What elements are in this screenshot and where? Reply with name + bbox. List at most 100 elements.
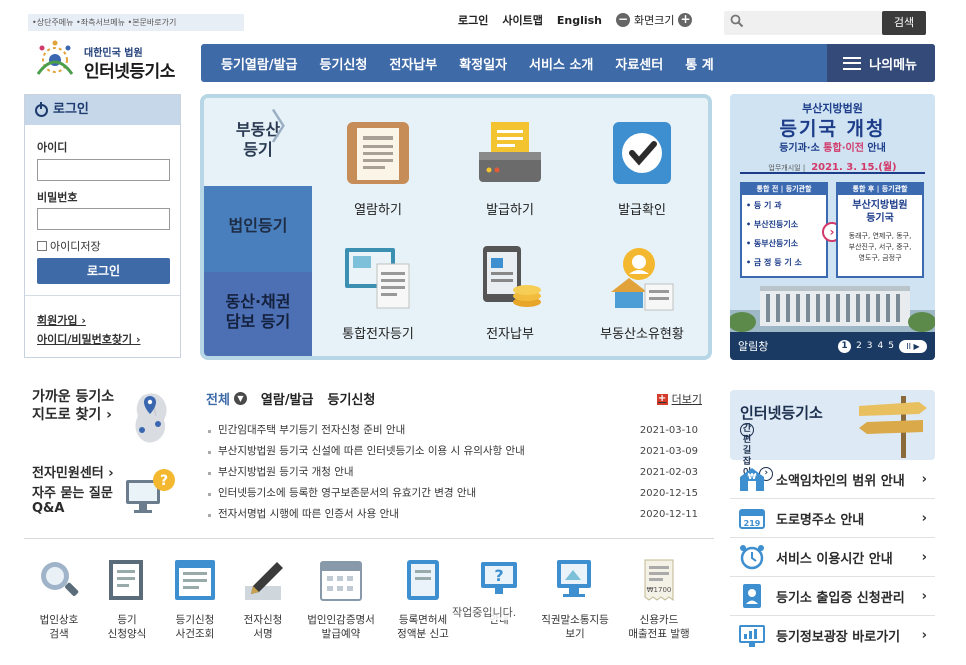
svg-text:?: ? [494, 566, 503, 585]
login-panel: 로그인 아이디 비밀번호 아이디저장 로그인 회원가입 › 아이디/비밀번호찾기… [24, 94, 181, 358]
road-sign-icon: 219 [739, 509, 765, 529]
notice-item[interactable]: 전자서명법 시행에 따른 인증서 사용 안내 2020-12-11 [206, 504, 704, 525]
bottom-card-receipt[interactable]: ₩1700 신용카드 매출전표 발행 [622, 556, 696, 641]
alarm-clock-icon [740, 545, 764, 570]
zoom-label: 화면크기 [634, 14, 675, 27]
notice-item[interactable]: 인터넷등기소에 등록한 영구보존문서의 유효기간 변경 안내 2020-12-15 [206, 483, 704, 504]
tab-real-estate[interactable]: 부동산 등기 〉 [204, 98, 312, 186]
service-e-payment-label: 전자납부 [486, 327, 534, 342]
quick-link-data-plaza[interactable]: 등기정보광장 바로가기 › [730, 616, 935, 655]
zoom-out-button[interactable]: − [616, 13, 630, 27]
find-account-link[interactable]: 아이디/비밀번호찾기 › [37, 330, 140, 349]
banner-date: 업무개시일 | 2021. 3. 15.(월) [740, 158, 925, 174]
banner-page-1[interactable]: 1 [838, 339, 852, 353]
nav-statistics[interactable]: 통 계 [674, 54, 724, 73]
my-menu-label: 나의메뉴 [869, 57, 917, 73]
tab-movable-property[interactable]: 동산·채권 담보 등기 [204, 272, 312, 356]
banner-page-5[interactable]: 5 [888, 341, 894, 351]
banner-play-pause-button[interactable]: II ▶ [899, 339, 927, 353]
search-box: 검색 [724, 11, 926, 35]
sitemap-link[interactable]: 사이트맵 [502, 12, 542, 28]
id-label: 아이디 [37, 141, 68, 154]
tablet-coins-icon [483, 246, 541, 307]
service-view[interactable]: 열람하기 [312, 118, 444, 218]
banner-page-4[interactable]: 4 [878, 341, 884, 351]
nav-service-intro[interactable]: 서비스 소개 [518, 54, 604, 73]
form-document-icon [109, 560, 143, 600]
notice-item[interactable]: 부산지방법원 등기국 개청 안내 2021-02-03 [206, 462, 704, 483]
service-property-ownership[interactable]: 부동산소유현황 [576, 242, 708, 342]
tab-corporate[interactable]: 법인등기 [204, 186, 312, 272]
notice-tab-view-issue[interactable]: 열람/발급 [261, 389, 314, 408]
search-icon [730, 14, 744, 32]
search-input[interactable] [748, 14, 876, 32]
quick-link-service-hours[interactable]: 서비스 이용시간 안내 › [730, 538, 935, 577]
skip-navigation[interactable]: •상단주메뉴 •좌측서브메뉴 •본문바로가기 [28, 14, 244, 31]
nearby-registry-map-link[interactable]: 가까운 등기소 지도로 찾기 › [32, 388, 114, 424]
site-logo[interactable]: 대한민국 법원 인터넷등기소 [28, 40, 198, 82]
service-e-payment[interactable]: 전자납부 [444, 242, 576, 342]
nav-fixed-date[interactable]: 확정일자 [448, 54, 518, 73]
calendar-icon [320, 561, 362, 601]
service-issue-label: 발급하기 [486, 203, 534, 218]
notebook-icon [407, 560, 439, 600]
my-menu-button[interactable]: 나의메뉴 [827, 44, 935, 82]
utility-menu: 로그인 사이트맵 English − 화면크기 + [458, 12, 693, 28]
banner-footer: 알림창 1 2 3 4 5 II ▶ [730, 332, 935, 360]
svg-text:?: ? [160, 473, 168, 489]
nav-resource-center[interactable]: 자료센터 [604, 54, 674, 73]
nav-view-issue[interactable]: 등기열람/발급 [201, 54, 309, 73]
bottom-seal-certificate-reservation[interactable]: 법인인감증명서 발급예약 [304, 556, 378, 641]
save-id-checkbox[interactable] [37, 241, 47, 251]
service-verify[interactable]: 발급확인 [576, 118, 708, 218]
nav-registration[interactable]: 등기신청 [309, 54, 379, 73]
window-list-icon [175, 560, 215, 600]
faq-link[interactable]: 자주 묻는 질문 Q&A [32, 486, 113, 516]
bottom-case-lookup[interactable]: 등기신청 사건조회 [158, 556, 232, 641]
quick-link-road-address[interactable]: 219 도로명주소 안내 › [730, 499, 935, 538]
id-input[interactable] [37, 159, 170, 181]
join-link[interactable]: 회원가입 › [37, 311, 140, 330]
loading-indicator: 작업중입니다. [452, 604, 517, 620]
notice-item[interactable]: 부산지방법원 등기국 신설에 따른 인터넷등기소 이용 시 유의사항 안내 202… [206, 441, 704, 462]
notice-list: 민간임대주택 부기등기 전자신청 준비 안내 2021-03-10 부산지방법원 … [206, 420, 704, 525]
notice-tab-registration[interactable]: 등기신청 [328, 389, 376, 408]
service-tabs: 부동산 등기 〉 법인등기 동산·채권 담보 등기 [204, 98, 312, 356]
svg-text:219: 219 [744, 519, 761, 528]
service-issue[interactable]: 발급하기 [444, 118, 576, 218]
notice-monitor-icon [557, 560, 591, 597]
save-id-option[interactable]: 아이디저장 [37, 238, 101, 254]
zoom-in-button[interactable]: + [678, 13, 693, 27]
notice-banner[interactable]: 부산지방법원 등기국 개청 등기과·소 통합·이전 안내 업무개시일 | 2021… [730, 94, 935, 360]
notice-tab-all[interactable]: 전체 ▼ [206, 389, 247, 408]
login-header: 로그인 [25, 95, 180, 125]
english-link[interactable]: English [557, 14, 602, 27]
quick-link-access-pass[interactable]: 등기소 출입증 신청관리 › [730, 577, 935, 616]
easy-guide-banner[interactable]: 인터넷등기소 간편길잡이 › [730, 390, 935, 481]
banner-footer-title: 알림창 [738, 340, 769, 353]
banner-page-2[interactable]: 2 [856, 341, 862, 351]
service-integrated-e-registration[interactable]: 통합전자등기 [312, 242, 444, 342]
bottom-cancellation-notice[interactable]: 직권말소통지등 보기 [538, 556, 612, 641]
banner-page-3[interactable]: 3 [867, 341, 873, 351]
logo-title: 인터넷등기소 [84, 62, 175, 82]
bottom-registration-tax[interactable]: 등록면허세 정액분 신고 [386, 556, 460, 641]
account-links: 회원가입 › 아이디/비밀번호찾기 › [37, 311, 140, 349]
password-input[interactable] [37, 208, 170, 230]
e-civil-center-link[interactable]: 전자민원센터 › [32, 462, 114, 481]
notice-item[interactable]: 민간임대주택 부기등기 전자신청 준비 안내 2021-03-10 [206, 420, 704, 441]
service-ownership-label: 부동산소유현황 [600, 327, 684, 342]
printer-icon [479, 122, 541, 182]
more-link[interactable]: + 더보기 [656, 391, 702, 407]
bottom-e-signature[interactable]: 전자신청 서명 [226, 556, 300, 641]
bottom-registration-forms[interactable]: 등기 신청양식 [90, 556, 164, 641]
search-button[interactable]: 검색 [882, 11, 926, 35]
login-link[interactable]: 로그인 [458, 12, 488, 28]
login-button[interactable]: 로그인 [37, 258, 170, 284]
tenant-house-icon: ₩ [740, 468, 764, 491]
chevron-down-icon: ▼ [233, 391, 247, 405]
bottom-corp-name-search[interactable]: 법인상호 검색 [22, 556, 96, 641]
nav-e-payment[interactable]: 전자납부 [378, 54, 448, 73]
quick-link-small-tenant[interactable]: ₩ 소액임차인의 범위 안내 › [730, 460, 935, 499]
banner-after-box: 통합 후 | 등기관할 부산지방법원 등기국 동래구, 연제구, 동구, 부산진… [836, 182, 924, 278]
